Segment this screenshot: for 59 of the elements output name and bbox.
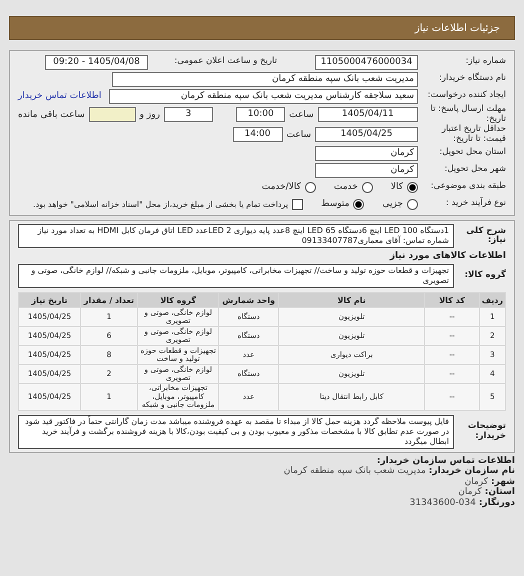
buyer-contact-link[interactable]: اطلاعات تماس خریدار (18, 91, 102, 101)
contact-label: نام سازمان خریدار: (428, 466, 515, 476)
contact-label: دورنگار: (478, 498, 515, 508)
need-number-field: 1105000476000034 (315, 54, 418, 70)
checkbox-label: پرداخت تمام یا بخشی از مبلغ خرید،از محل "اسناد خزانه اسلامی" خواهد بود. (33, 200, 288, 208)
field-label: تاریخ و ساعت اعلان عمومی: (173, 57, 277, 67)
contact-value: مدیریت شعب بانک سپه منطقه کرمان (284, 466, 426, 476)
time-field: 14:00 (232, 127, 282, 142)
column-header: نام کالا (278, 293, 424, 307)
contact-value: کرمان (464, 476, 488, 486)
section-heading: اطلاعات کالاهای مورد نیاز (388, 250, 506, 263)
contact-heading: اطلاعات تماس سازمان خریدار: (376, 456, 515, 466)
remaining-field (88, 107, 136, 122)
days-label: روز و (140, 110, 160, 120)
field-label: توضیحات خریدار: (466, 422, 506, 441)
column-header: گروه کالا (138, 293, 218, 307)
time-field: 10:00 (236, 107, 286, 122)
date-field: 1405/04/11 (318, 107, 418, 122)
checkbox[interactable] (292, 198, 304, 210)
contact-value: 31343600-034 (410, 498, 476, 508)
option-label: کالا/خدمت (262, 182, 301, 192)
field-label: مهلت ارسال پاسخ: تا تاریخ: (430, 105, 506, 124)
time-label: ساعت (289, 110, 314, 120)
column-header: واحد شمارش (219, 293, 278, 307)
option-label: متوسط (321, 199, 350, 209)
summary-box: 1دستگاه 100 LED اینچ 6دستگاه 65 LED اینچ 8عدد پایه دیواری 2 LEDعدد LED اتاق فرمان کابل HDMI به تعداد مورد نیاز شماره تماس: آقای معماری09133407787 (18, 224, 454, 248)
radio-button[interactable] (353, 198, 364, 210)
remaining-label: ساعت باقی مانده (18, 110, 85, 120)
contact-label: شهر: (491, 476, 515, 486)
field-label: شهر محل تحویل: (443, 165, 506, 175)
radio-button[interactable] (362, 182, 373, 192)
field-label: گروه کالا: (464, 271, 506, 281)
option-label: خدمت (334, 182, 358, 192)
date-field: 1405/04/25 (315, 127, 418, 142)
column-header: ردیف (480, 293, 505, 307)
field-label: طبقه بندی موضوعی: (430, 182, 506, 192)
field-label: ایجاد کننده درخواست: (426, 91, 506, 101)
field-label: استان محل تحویل: (438, 148, 506, 158)
date-field: 1405/04/08 - 09:20 (45, 54, 148, 70)
option-label: کالا (390, 182, 403, 192)
contact-label: استان: (484, 487, 515, 497)
column-header: تاریخ نیاز (19, 293, 80, 307)
radio-button[interactable] (407, 198, 418, 210)
column-header: کد کالا (425, 293, 479, 307)
column-header: تعداد / مقدار (81, 293, 137, 307)
contact-value: کرمان (458, 487, 482, 497)
field-label: نوع فرآیند خرید : (444, 199, 506, 209)
option-label: جزیی (382, 199, 403, 209)
time-label: ساعت (286, 130, 311, 140)
field-label: نام دستگاه خریدار: (438, 74, 506, 84)
field-label: شرح کلی نیاز: (465, 226, 506, 246)
radio-button[interactable] (304, 182, 316, 192)
notes-box: فایل پیوست ملاحظه گردد هزینه حمل کالا از مبداء تا مقصد به عهده فروشنده میباشد مدت زمان گارانتی حتماً در فاکتور قید شود در صورت عدم تطابق کالا با مشخصات مذکور و معیوب بودن و بی کیفیت بودن،کالا با هزینه فروشنده برگشت و فرآیند خرید ابطال میگردد (18, 414, 454, 448)
page-header: جزئیات اطلاعات نیاز (9, 16, 515, 40)
field-label: حداقل تاریخ اعتبار قیمت: تا تاریخ: (440, 125, 506, 144)
days-field: 3 (164, 107, 213, 122)
field-label: شماره نیاز: (464, 57, 506, 67)
radio-button[interactable] (407, 182, 418, 192)
goods-group-box: تجهیزات و قطعات حوزه تولید و ساخت// تجهیزات مخابراتی، کامپیوتر، موبایل، ملزومات جانبی و شبکه// لوازم خانگی، صوتی و تصویری (18, 264, 454, 288)
